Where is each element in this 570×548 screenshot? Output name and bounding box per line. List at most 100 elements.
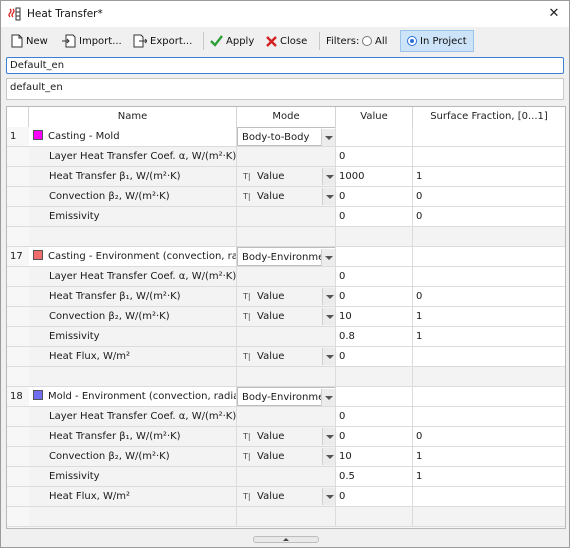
parameter-mode-cell[interactable]: T| Value [237, 287, 336, 306]
parameter-mode-cell[interactable]: T| Value [237, 167, 336, 186]
value-cell[interactable]: 0 [336, 487, 413, 506]
parameter-mode-cell[interactable]: T| Value [237, 187, 336, 206]
parameter-mode-cell[interactable]: T| Value [237, 447, 336, 466]
surface-fraction-cell[interactable] [413, 147, 565, 166]
parameter-row[interactable]: Convection β₂, W/(m²·K) T| Value 10 1 [7, 447, 565, 467]
parameter-row[interactable]: Layer Heat Transfer Coef. α, W/(m²·K) 0 [7, 407, 565, 427]
parameter-mode-cell[interactable]: T| Value [237, 307, 336, 326]
filter-all-radio[interactable]: All [362, 31, 387, 51]
surface-fraction-cell[interactable]: 1 [413, 467, 565, 486]
chevron-down-icon[interactable] [322, 348, 335, 365]
value-cell[interactable]: 0 [336, 207, 413, 226]
value-cell[interactable] [336, 127, 413, 146]
value-cell[interactable]: 0 [336, 187, 413, 206]
value-cell[interactable] [336, 387, 413, 406]
mode-dropdown[interactable]: T| Value [237, 427, 335, 446]
chevron-down-icon[interactable] [322, 288, 335, 305]
surface-fraction-cell[interactable]: 1 [413, 447, 565, 466]
surface-fraction-cell[interactable]: 0 [413, 427, 565, 446]
value-cell[interactable]: 0 [336, 427, 413, 446]
surface-fraction-cell[interactable] [413, 387, 565, 406]
value-cell[interactable]: 0 [336, 347, 413, 366]
parameter-mode-cell[interactable]: T| Value [237, 427, 336, 446]
chevron-down-icon[interactable] [322, 308, 335, 325]
chevron-down-icon[interactable] [321, 249, 335, 266]
parameter-row[interactable]: Emissivity 0.5 1 [7, 467, 565, 487]
surface-fraction-cell[interactable] [413, 247, 565, 266]
chevron-down-icon[interactable] [322, 488, 335, 505]
description-input[interactable]: default_en [6, 78, 564, 100]
value-cell[interactable]: 0.5 [336, 467, 413, 486]
value-cell[interactable]: 0.8 [336, 327, 413, 346]
parameter-row[interactable]: Emissivity 0.8 1 [7, 327, 565, 347]
mode-dropdown[interactable]: Body-Environmen [237, 247, 335, 266]
surface-fraction-cell[interactable]: 1 [413, 327, 565, 346]
parameter-mode-cell[interactable]: T| Value [237, 347, 336, 366]
group-name-cell[interactable]: Casting - Mold [29, 127, 237, 146]
chevron-down-icon[interactable] [322, 428, 335, 445]
import-button[interactable]: Import... [62, 31, 122, 51]
group-row[interactable]: 18 Mold - Environment (convection, radiat… [7, 387, 565, 407]
export-button[interactable]: Export... [133, 31, 192, 51]
mode-dropdown[interactable]: T| Value [237, 447, 335, 466]
mode-dropdown[interactable]: T| Value [237, 287, 335, 306]
surface-fraction-cell[interactable]: 0 [413, 187, 565, 206]
value-cell[interactable] [336, 247, 413, 266]
chevron-down-icon[interactable] [321, 389, 335, 406]
mode-dropdown[interactable]: Body-to-Body [237, 127, 335, 146]
header-surface-fraction[interactable]: Surface Fraction, [0...1] [413, 107, 565, 127]
group-mode-cell[interactable]: Body-to-Body [237, 127, 336, 146]
chevron-down-icon[interactable] [322, 188, 335, 205]
parameter-row[interactable]: Layer Heat Transfer Coef. α, W/(m²·K) 0 [7, 267, 565, 287]
mode-dropdown[interactable]: T| Value [237, 187, 335, 206]
surface-fraction-cell[interactable]: 1 [413, 307, 565, 326]
value-cell[interactable]: 0 [336, 267, 413, 286]
group-mode-cell[interactable]: Body-Environmen [237, 247, 336, 266]
surface-fraction-cell[interactable]: 0 [413, 287, 565, 306]
value-cell[interactable]: 0 [336, 147, 413, 166]
header-value[interactable]: Value [336, 107, 413, 127]
apply-button[interactable]: Apply [210, 31, 254, 51]
filter-in-project-radio[interactable]: In Project [400, 30, 474, 52]
parameter-row[interactable]: Heat Transfer β₁, W/(m²·K) T| Value 1000 1 [7, 167, 565, 187]
header-mode[interactable]: Mode [237, 107, 336, 127]
mode-dropdown[interactable]: T| Value [237, 487, 335, 506]
parameter-mode-cell[interactable]: T| Value [237, 487, 336, 506]
parameter-row[interactable]: Heat Flux, W/m² T| Value 0 [7, 487, 565, 507]
chevron-down-icon[interactable] [321, 129, 335, 146]
parameter-row[interactable]: Convection β₂, W/(m²·K) T| Value 10 1 [7, 307, 565, 327]
collapse-arrow-icon[interactable] [253, 536, 319, 543]
group-row[interactable]: 17 Casting - Environment (convection, rad… [7, 247, 565, 267]
surface-fraction-cell[interactable]: 1 [413, 167, 565, 186]
name-input[interactable]: Default_en [6, 57, 564, 74]
parameter-row[interactable]: Heat Flux, W/m² T| Value 0 [7, 347, 565, 367]
mode-dropdown[interactable]: T| Value [237, 347, 335, 366]
parameter-row[interactable]: Convection β₂, W/(m²·K) T| Value 0 0 [7, 187, 565, 207]
surface-fraction-cell[interactable] [413, 487, 565, 506]
mode-dropdown[interactable]: Body-Environmen [237, 387, 335, 406]
group-name-cell[interactable]: Mold - Environment (convection, radiatio… [29, 387, 237, 406]
header-name[interactable]: Name [29, 107, 237, 127]
value-cell[interactable]: 1000 [336, 167, 413, 186]
parameter-row[interactable]: Heat Transfer β₁, W/(m²·K) T| Value 0 0 [7, 427, 565, 447]
new-button[interactable]: New [11, 31, 48, 51]
group-name-cell[interactable]: Casting - Environment (convection, radi.… [29, 247, 237, 266]
group-row[interactable]: 1 Casting - Mold Body-to-Body [7, 127, 565, 147]
parameter-row[interactable]: Layer Heat Transfer Coef. α, W/(m²·K) 0 [7, 147, 565, 167]
value-cell[interactable]: 0 [336, 407, 413, 426]
chevron-down-icon[interactable] [322, 448, 335, 465]
mode-dropdown[interactable]: T| Value [237, 307, 335, 326]
parameter-row[interactable]: Heat Transfer β₁, W/(m²·K) T| Value 0 0 [7, 287, 565, 307]
surface-fraction-cell[interactable] [413, 127, 565, 146]
close-button[interactable]: Close [266, 31, 307, 51]
surface-fraction-cell[interactable]: 0 [413, 207, 565, 226]
mode-dropdown[interactable]: T| Value [237, 167, 335, 186]
value-cell[interactable]: 10 [336, 307, 413, 326]
surface-fraction-cell[interactable] [413, 347, 565, 366]
value-cell[interactable]: 0 [336, 287, 413, 306]
group-mode-cell[interactable]: Body-Environmen [237, 387, 336, 406]
value-cell[interactable]: 10 [336, 447, 413, 466]
chevron-down-icon[interactable] [322, 168, 335, 185]
surface-fraction-cell[interactable] [413, 267, 565, 286]
window-close-button[interactable]: ✕ [543, 3, 565, 25]
